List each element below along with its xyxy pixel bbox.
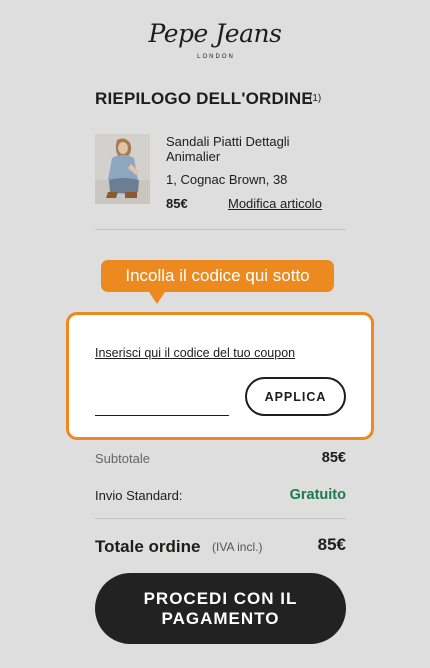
order-summary-title: RIEPILOGO DELL'ORDINE — [95, 89, 313, 108]
order-total-label: Totale ordine — [95, 537, 201, 556]
order-total-value: 85€ — [317, 535, 346, 554]
brand-name: Pepe Jeans — [148, 19, 282, 48]
modify-item-link[interactable]: Modifica articolo — [228, 196, 322, 211]
subtotal-label: Subtotale — [95, 451, 150, 466]
coupon-field-label[interactable]: Inserisci qui il codice del tuo coupon — [95, 346, 295, 360]
coupon-hint-callout: Incolla il codice qui sotto — [101, 260, 334, 292]
apply-coupon-button[interactable]: APPLICA — [245, 377, 346, 416]
shipping-label: Invio Standard: — [95, 488, 183, 503]
callout-pointer — [149, 292, 165, 304]
divider — [95, 518, 346, 519]
brand-subtitle: LONDON — [197, 54, 235, 60]
product-variant: 1, Cognac Brown, 38 — [166, 172, 288, 187]
divider — [95, 229, 346, 230]
proceed-to-payment-button[interactable]: PROCEDI CON IL PAGAMENTO — [95, 573, 346, 644]
shipping-value: Gratuito — [289, 487, 346, 503]
product-image[interactable] — [95, 134, 150, 204]
coupon-panel — [66, 312, 374, 440]
order-item-count: (1) — [309, 93, 322, 104]
vat-included-note: (IVA incl.) — [212, 540, 263, 554]
product-price: 85€ — [166, 196, 188, 211]
product-photo-illustration — [95, 134, 150, 204]
coupon-code-input[interactable] — [95, 393, 229, 416]
subtotal-value: 85€ — [321, 450, 346, 466]
brand-logo[interactable]: Pepe Jeans LONDON — [0, 19, 430, 61]
product-name[interactable]: Sandali Piatti Dettagli Animalier — [166, 134, 336, 164]
